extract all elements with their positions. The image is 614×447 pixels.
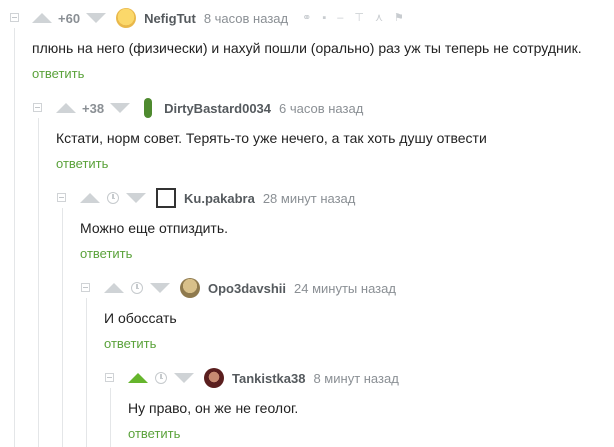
reply-button[interactable]: ответить	[56, 156, 108, 171]
reply-button[interactable]: ответить	[32, 66, 84, 81]
username[interactable]: Opo3davshii	[208, 281, 286, 296]
reply-button[interactable]: ответить	[128, 426, 180, 441]
comment-timestamp[interactable]: 28 минут назад	[263, 191, 356, 206]
clock-icon	[107, 192, 119, 204]
comment-text: Ну право, он же не геолог.	[128, 400, 299, 416]
arrow-down-icon	[126, 193, 146, 203]
collapse-button[interactable]	[57, 193, 66, 202]
dog-avatar-icon[interactable]	[180, 278, 200, 298]
comment-header: +60 NefigTut 8 часов назад ⚭ ▪ ‒ ⊤ ⋏ ⚑	[32, 8, 404, 28]
comment-rating: +38	[82, 100, 105, 116]
downvote-button[interactable]	[110, 101, 131, 115]
upvote-button[interactable]	[56, 101, 76, 115]
comment-text: И обоссать	[104, 310, 177, 326]
comment-timestamp[interactable]: 24 минуты назад	[294, 281, 396, 296]
arrow-down-icon	[110, 103, 131, 113]
arrow-down-icon	[86, 13, 107, 23]
downvote-button[interactable]	[86, 11, 107, 25]
comment-timestamp[interactable]: 8 часов назад	[204, 11, 288, 26]
username[interactable]: DirtyBastard0034	[164, 101, 271, 116]
comment-text: Можно еще отпиздить.	[80, 220, 229, 236]
collapse-button[interactable]	[81, 283, 90, 292]
thread-line-level-1	[14, 28, 15, 447]
comment-text: плюнь на него (физически) и нахуй пошли …	[32, 40, 582, 56]
clock-icon	[155, 372, 167, 384]
reply-button[interactable]: ответить	[104, 336, 156, 351]
branch-icon[interactable]: ⋏	[375, 12, 383, 24]
clock-icon	[131, 282, 143, 294]
collapse-button[interactable]	[33, 103, 42, 112]
pickle-avatar-icon[interactable]	[144, 98, 153, 118]
thread-line-level-5	[110, 388, 111, 447]
link-icon[interactable]: ⚭	[302, 12, 311, 24]
upvote-button[interactable]	[80, 191, 100, 205]
comment-rating: +60	[58, 10, 81, 26]
band-logo-avatar-icon[interactable]	[156, 188, 176, 208]
arrow-up-icon	[56, 103, 76, 113]
upvote-button[interactable]	[128, 371, 148, 385]
thread-line-level-2	[38, 118, 39, 447]
arrow-down-icon	[150, 283, 170, 293]
upvote-button[interactable]	[104, 281, 124, 295]
downvote-button[interactable]	[150, 281, 170, 295]
comment-timestamp[interactable]: 6 часов назад	[279, 101, 363, 116]
comment-header: Opo3davshii 24 минуты назад	[104, 278, 396, 298]
smiling-face-avatar-icon[interactable]	[116, 8, 137, 28]
photo-avatar-icon[interactable]	[204, 368, 224, 388]
username[interactable]: Ku.pakabra	[184, 191, 255, 206]
comment-timestamp[interactable]: 8 минут назад	[313, 371, 398, 386]
arrow-up-icon	[128, 373, 148, 383]
downvote-button[interactable]	[126, 191, 146, 205]
collapse-button[interactable]	[10, 13, 19, 22]
username[interactable]: NefigTut	[144, 11, 196, 26]
pin-up-icon[interactable]: ⊤	[354, 12, 364, 24]
arrow-up-icon	[104, 283, 124, 293]
comment-header: Ku.pakabra 28 минут назад	[80, 188, 355, 208]
minus-icon[interactable]: ‒	[337, 12, 343, 24]
comment-text: Кстати, норм совет. Терять-то уже нечего…	[56, 130, 487, 146]
save-icon[interactable]: ▪	[322, 12, 326, 24]
thread-line-level-4	[86, 298, 87, 447]
upvote-button[interactable]	[32, 11, 52, 25]
collapse-button[interactable]	[105, 373, 114, 382]
reply-button[interactable]: ответить	[80, 246, 132, 261]
downvote-button[interactable]	[174, 371, 194, 385]
thread-line-level-3	[62, 208, 63, 447]
comment-header: +38 DirtyBastard0034 6 часов назад	[56, 98, 363, 118]
arrow-up-icon	[80, 193, 100, 203]
username[interactable]: Tankistka38	[232, 371, 305, 386]
arrow-down-icon	[174, 373, 194, 383]
comment-header: Tankistka38 8 минут назад	[128, 368, 399, 388]
arrow-up-icon	[32, 13, 52, 23]
comment-actions: ⚭ ▪ ‒ ⊤ ⋏ ⚑	[302, 12, 404, 24]
flag-icon[interactable]: ⚑	[394, 12, 404, 24]
